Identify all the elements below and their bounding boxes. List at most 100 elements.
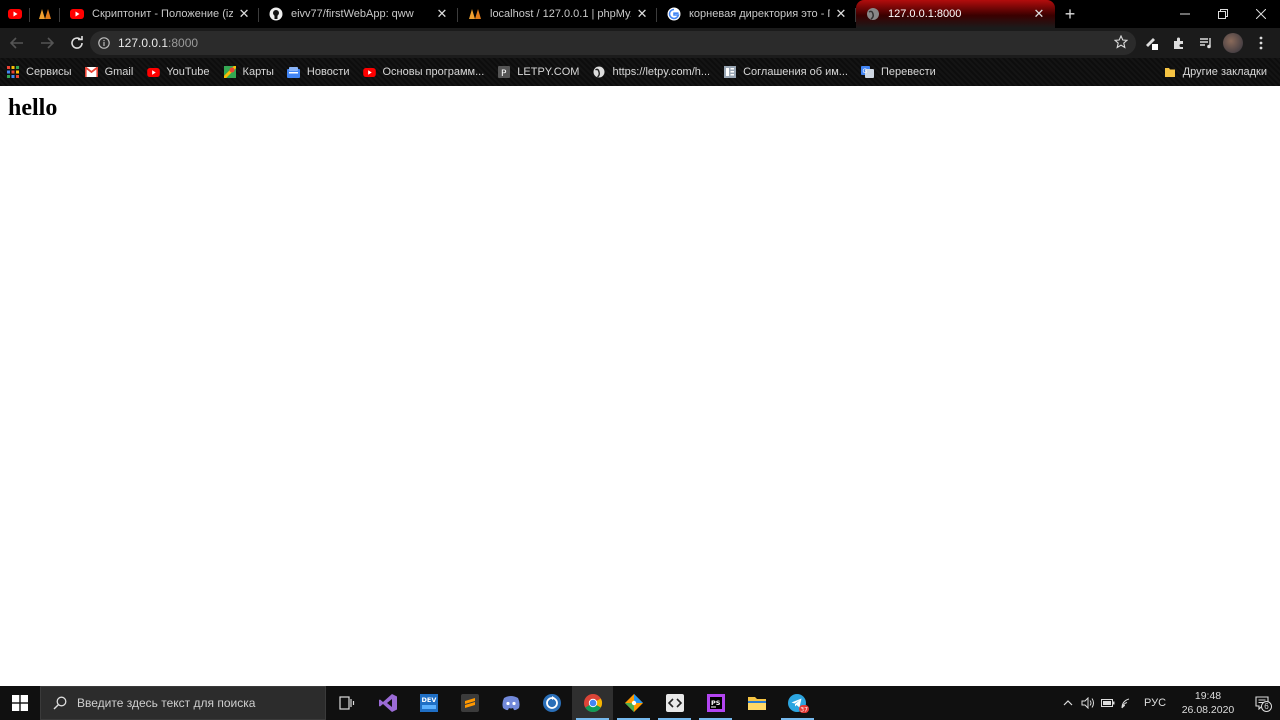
phpmyadmin-icon [38, 7, 52, 21]
bookmark-label: Сервисы [26, 66, 72, 78]
bookmark-maps[interactable]: Карты [217, 60, 281, 84]
taskbar-sync-app[interactable] [531, 686, 572, 720]
notifications-button[interactable]: 6 [1244, 686, 1280, 720]
youtube-icon [8, 7, 22, 21]
bookmark-label: LETPY.COM [517, 66, 580, 78]
svg-text:P: P [501, 69, 507, 78]
bookmark-letpy[interactable]: P LETPY.COM [491, 60, 586, 84]
close-window-button[interactable] [1242, 0, 1280, 28]
notification-count: 6 [1261, 701, 1272, 712]
clock[interactable]: 19:48 26.08.2020 [1172, 689, 1244, 717]
url-host: 127.0.0.1 [118, 36, 169, 50]
reload-icon [71, 36, 83, 49]
restore-button[interactable] [1204, 0, 1242, 28]
gmail-icon [85, 65, 99, 79]
tab-phpmyadmin[interactable]: localhost / 127.0.0.1 | phpMyAdm ✕ [458, 0, 657, 28]
volume-icon[interactable] [1078, 686, 1098, 720]
taskbar-telegram[interactable]: 37 [777, 686, 818, 720]
taskbar-git-tool[interactable] [613, 686, 654, 720]
toolbar-right [1138, 30, 1274, 56]
letpy-icon: P [497, 65, 511, 79]
taskbar-code-editor[interactable] [654, 686, 695, 720]
globe-icon [592, 65, 606, 79]
tab-localhost-8000[interactable]: 127.0.0.1:8000 ✕ [856, 0, 1055, 28]
bookmark-news[interactable]: Новости [281, 60, 357, 84]
tab-title: Скриптонит - Положение (izzam [92, 8, 234, 20]
close-icon[interactable]: ✕ [635, 6, 649, 22]
system-tray: РУС 19:48 26.08.2020 6 [1058, 686, 1280, 720]
input-language[interactable]: РУС [1138, 686, 1172, 720]
taskbar-search[interactable]: Введите здесь текст для поиска [40, 686, 326, 720]
telegram-badge: 37 [800, 706, 808, 713]
page-heading: hello [8, 95, 58, 121]
wifi-icon[interactable] [1118, 686, 1138, 720]
sublime-icon [460, 694, 479, 712]
tab-pinned-youtube[interactable] [0, 0, 30, 28]
bookmark-label: Основы программ... [382, 66, 485, 78]
bookmark-star-icon[interactable] [1113, 34, 1129, 52]
close-icon[interactable]: ✕ [1031, 6, 1047, 22]
bookmark-label: Соглашения об им... [743, 66, 848, 78]
tab-skriptonit[interactable]: Скриптонит - Положение (izzam ✕ [60, 0, 259, 28]
extension-pen-icon[interactable] [1139, 30, 1165, 56]
reload-button[interactable] [64, 30, 90, 56]
bookmark-programming-basics[interactable]: Основы программ... [357, 60, 492, 84]
minimize-button[interactable] [1166, 0, 1204, 28]
translate-icon: G [861, 65, 875, 79]
bookmark-translate[interactable]: G Перевести [855, 60, 943, 84]
phpmyadmin-icon [468, 7, 482, 21]
address-bar[interactable]: 127.0.0.1:8000 [90, 31, 1136, 55]
taskbar-phpstorm[interactable]: PS [695, 686, 736, 720]
chrome-icon [583, 694, 602, 713]
folder-icon [1163, 65, 1177, 79]
taskbar-chrome[interactable] [572, 686, 613, 720]
taskbar-discord[interactable] [490, 686, 531, 720]
bookmark-label: Gmail [104, 66, 134, 78]
chevron-up-icon[interactable] [1058, 686, 1078, 720]
globe-icon [866, 7, 880, 21]
start-button[interactable] [0, 686, 40, 720]
bookmark-label: Новости [306, 66, 350, 78]
discord-icon [501, 696, 520, 711]
bookmark-letpy-url[interactable]: https://letpy.com/h... [586, 60, 717, 84]
bookmark-label: https://letpy.com/h... [612, 66, 711, 78]
bookmark-other-folder[interactable]: Другие закладки [1157, 60, 1274, 84]
menu-kebab-icon[interactable] [1248, 30, 1274, 56]
tab-title: 127.0.0.1:8000 [888, 8, 962, 20]
taskbar-dev-tool[interactable]: DEV [408, 686, 449, 720]
tab-github[interactable]: eivv77/firstWebApp: qww ✕ [259, 0, 458, 28]
battery-icon[interactable] [1098, 686, 1118, 720]
bookmarks-bar: Сервисы Gmail YouTube Карты Новости Осно… [0, 58, 1280, 86]
tab-google-search[interactable]: корневая директория это - Пои ✕ [657, 0, 856, 28]
forward-button[interactable] [34, 30, 60, 56]
task-view-icon [338, 696, 354, 710]
visual-studio-icon [378, 694, 397, 712]
tab-title: корневая директория это - Пои [689, 8, 830, 20]
web-page: hello [0, 86, 1280, 686]
bookmark-label: Перевести [880, 66, 936, 78]
close-icon[interactable]: ✕ [434, 6, 450, 22]
bookmark-agreements[interactable]: Соглашения об им... [717, 60, 855, 84]
taskbar-sublime-text[interactable] [449, 686, 490, 720]
maps-icon [223, 65, 237, 79]
windows-icon [12, 695, 28, 711]
bookmark-gmail[interactable]: Gmail [79, 60, 141, 84]
bookmark-youtube[interactable]: YouTube [140, 60, 216, 84]
profile-avatar[interactable] [1223, 33, 1243, 53]
media-control-icon[interactable] [1193, 30, 1219, 56]
back-button[interactable] [4, 30, 30, 56]
windows-taskbar: Введите здесь текст для поиска DEV PS 37… [0, 686, 1280, 720]
taskbar-visual-studio[interactable] [367, 686, 408, 720]
taskbar-file-explorer[interactable] [736, 686, 777, 720]
extensions-puzzle-icon[interactable] [1166, 30, 1192, 56]
info-icon[interactable] [98, 37, 110, 49]
folder-icon [747, 697, 766, 710]
task-view-button[interactable] [326, 686, 367, 720]
new-tab-button[interactable]: + [1055, 0, 1085, 28]
telegram-icon: 37 [787, 694, 809, 713]
close-icon[interactable]: ✕ [237, 6, 251, 22]
bookmark-services[interactable]: Сервисы [0, 60, 79, 84]
tab-pinned-phpmyadmin[interactable] [30, 0, 60, 28]
window-controls [1166, 0, 1280, 28]
close-icon[interactable]: ✕ [834, 6, 848, 22]
